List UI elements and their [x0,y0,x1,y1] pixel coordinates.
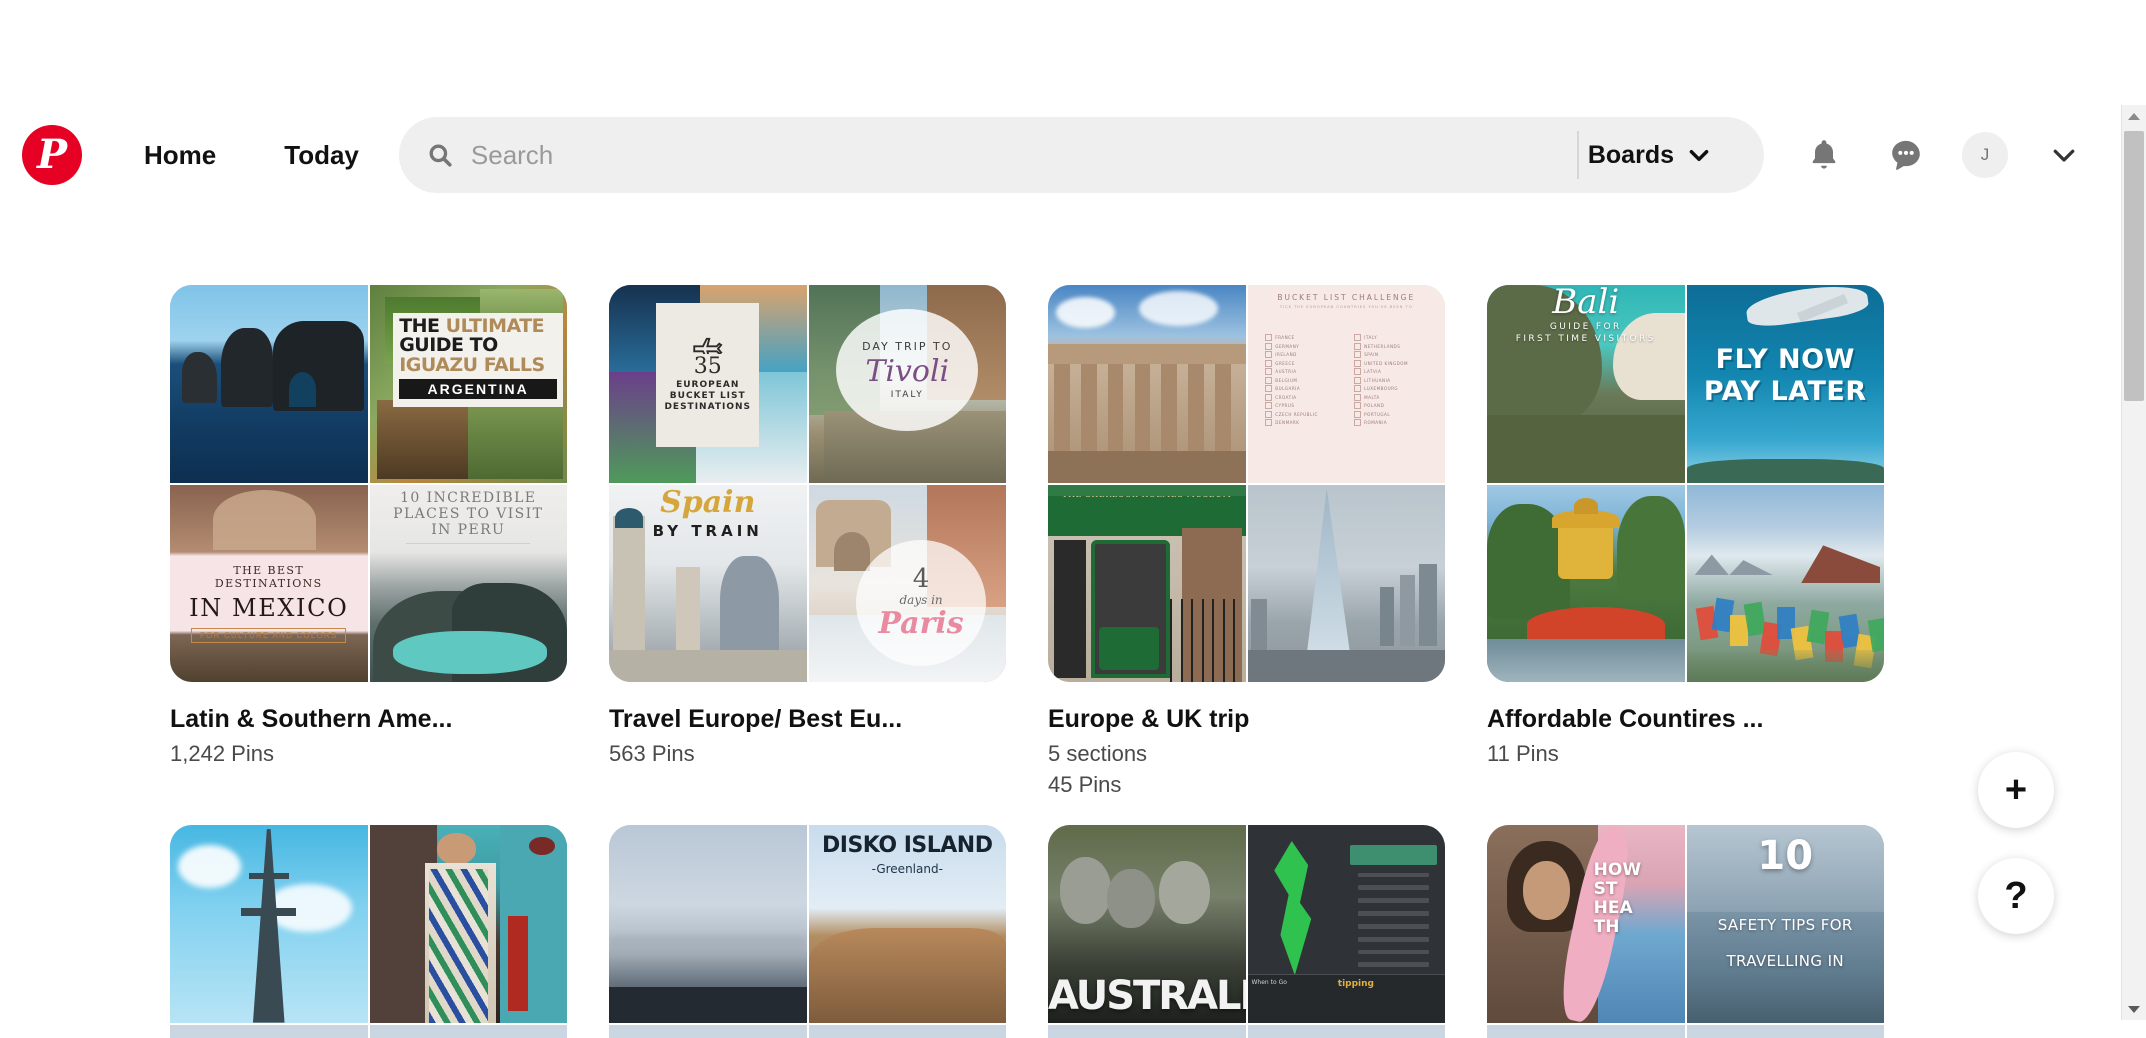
nav-today[interactable]: Today [274,140,369,171]
board-cover-tile [170,825,368,1023]
board-cover-tile [809,1025,1007,1038]
board-cover-tile [1487,485,1685,683]
scrollbar-down-arrow-icon[interactable] [2122,998,2146,1020]
board-cover-tile [370,1025,568,1038]
board-cover-tile: BUCKET LIST CHALLENGE TICK THE EUROPEAN … [1248,285,1446,483]
plus-icon: + [2005,771,2027,809]
board-cover-tile [1687,485,1885,683]
board-cover-collage[interactable]: AUSTRALIA When to Go tipping [1048,825,1445,1038]
board-cover-tile: THE SHERLOCK HOLMES MUSEUM [1048,485,1246,683]
board-cover-tile [1048,1025,1246,1038]
board-cover-tile [1487,1025,1685,1038]
board-card[interactable]: 35 EUROPEANBUCKET LISTDESTINATIONS DAY T… [609,285,1006,799]
board-card[interactable] [170,825,567,1038]
boards-dropdown[interactable]: Boards [1588,117,1712,193]
board-pin-count: 11 Pins [1487,740,1884,769]
board-cover-tile: HOWSTHEATH [1487,825,1685,1023]
header-icon-group: J [1798,129,2090,181]
create-button[interactable]: + [1978,752,2054,828]
search-input[interactable] [469,134,1523,176]
board-card[interactable]: Bali GUIDE FOR FIRST TIME VISITORS FLY N… [1487,285,1884,799]
board-cover-tile [1048,285,1246,483]
board-card[interactable]: BUCKET LIST CHALLENGE TICK THE EUROPEAN … [1048,285,1445,799]
board-cover-tile: Bali GUIDE FOR FIRST TIME VISITORS [1487,285,1685,483]
board-cover-tile: DAY TRIP TO Tivoli ITALY [809,285,1007,483]
avatar-initial: J [1981,145,1990,165]
board-cover-tile: 10 SAFETY TIPS FOR TRAVELLING IN [1687,825,1885,1023]
board-cover-tile [1687,1025,1885,1038]
board-title[interactable]: Latin & Southern Ame... [170,704,567,734]
board-cover-collage[interactable]: BUCKET LIST CHALLENGE TICK THE EUROPEAN … [1048,285,1445,682]
board-cover-collage[interactable]: HOWSTHEATH 10 SAFETY TIPS FOR TRAVELLING… [1487,825,1884,1038]
board-cover-tile: THE BEST DESTINATIONS IN MEXICO FOR CULT… [170,485,368,683]
board-title[interactable]: Affordable Countires ... [1487,704,1884,734]
board-cover-tile [1248,485,1446,683]
board-card[interactable]: DISKO ISLAND -Greenland- [609,825,1006,1038]
board-cover-collage[interactable]: Bali GUIDE FOR FIRST TIME VISITORS FLY N… [1487,285,1884,682]
board-pin-count: 563 Pins [609,740,1006,769]
search-bar[interactable]: Boards [399,117,1764,193]
board-cover-collage[interactable]: DISKO ISLAND -Greenland- [609,825,1006,1038]
board-cover-tile: DISKO ISLAND -Greenland- [809,825,1007,1023]
board-card[interactable]: THE ULTIMATE GUIDE TO IGUAZU FALLS ARGEN… [170,285,567,799]
board-cover-tile [170,285,368,483]
search-icon [427,142,453,168]
board-cover-collage[interactable]: 35 EUROPEANBUCKET LISTDESTINATIONS DAY T… [609,285,1006,682]
account-menu-chevron-down-icon[interactable] [2038,129,2090,181]
board-pin-count: 45 Pins [1048,771,1445,800]
pinterest-logo-glyph: P [22,125,82,185]
board-cover-collage[interactable] [170,825,567,1038]
avatar[interactable]: J [1962,132,2008,178]
pinterest-logo-icon[interactable]: P [22,125,82,185]
board-sections-count: 5 sections [1048,740,1445,769]
top-navigation-bar: P Home Today Boards [0,105,2090,205]
board-pin-count: 1,242 Pins [170,740,567,769]
scrollbar-thumb[interactable] [2124,131,2144,401]
board-cover-tile [609,825,807,1023]
scrollbar-up-arrow-icon[interactable] [2122,105,2146,127]
board-cover-tile: 4 days in Paris [809,485,1007,683]
board-title[interactable]: Travel Europe/ Best Eu... [609,704,1006,734]
board-cover-tile [370,825,568,1023]
board-cover-tile: 35 EUROPEANBUCKET LISTDESTINATIONS [609,285,807,483]
board-cover-tile: 10 INCREDIBLE PLACES TO VISIT IN PERU [370,485,568,683]
board-cover-tile: FLY NOW PAY LATER [1687,285,1885,483]
question-mark-icon: ? [2004,877,2027,915]
board-cover-tile: AUSTRALIA [1048,825,1246,1023]
board-cover-tile [1248,1025,1446,1038]
chevron-down-icon [1686,142,1712,168]
notifications-bell-icon[interactable] [1798,129,1850,181]
board-card[interactable]: HOWSTHEATH 10 SAFETY TIPS FOR TRAVELLING… [1487,825,1884,1038]
board-cover-tile [609,1025,807,1038]
boards-grid: THE ULTIMATE GUIDE TO IGUAZU FALLS ARGEN… [170,285,1922,1038]
boards-dropdown-label: Boards [1588,141,1674,170]
help-button[interactable]: ? [1978,858,2054,934]
browser-viewport: P Home Today Boards [0,0,2146,1038]
board-cover-tile: Spain BY TRAIN [609,485,807,683]
messages-icon[interactable] [1880,129,1932,181]
board-cover-tile: When to Go tipping [1248,825,1446,1023]
board-cover-tile [170,1025,368,1038]
board-title[interactable]: Europe & UK trip [1048,704,1445,734]
search-divider [1577,131,1579,179]
nav-home[interactable]: Home [134,140,226,171]
board-cover-tile: THE ULTIMATE GUIDE TO IGUAZU FALLS ARGEN… [370,285,568,483]
board-cover-collage[interactable]: THE ULTIMATE GUIDE TO IGUAZU FALLS ARGEN… [170,285,567,682]
board-card[interactable]: AUSTRALIA When to Go tipping [1048,825,1445,1038]
vertical-scrollbar[interactable] [2121,105,2146,1020]
